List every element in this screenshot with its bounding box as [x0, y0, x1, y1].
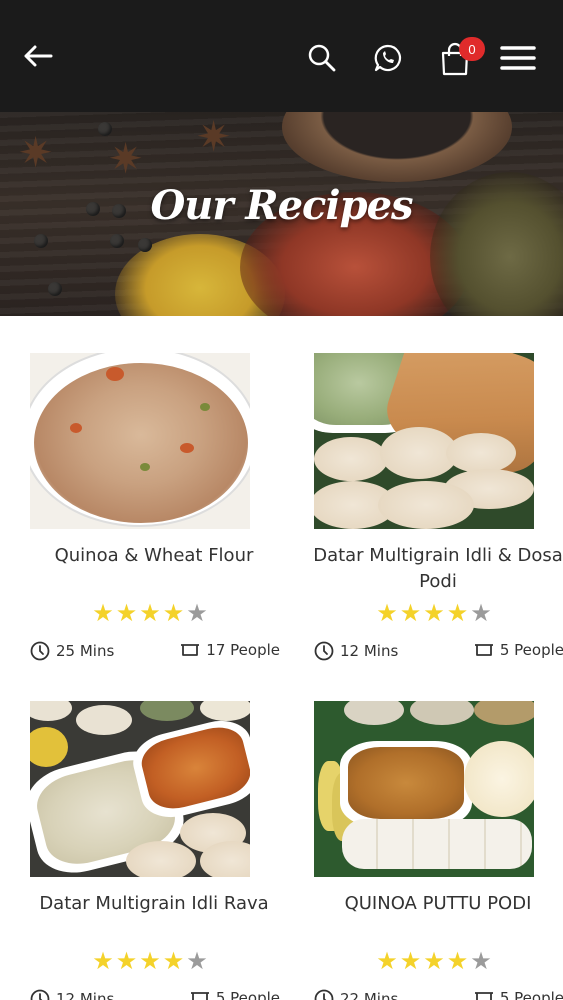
servings: 17 People [180, 641, 280, 659]
peppercorn-image [110, 234, 124, 248]
whatsapp-icon[interactable] [370, 40, 406, 76]
servings-text: 17 People [206, 641, 280, 659]
recipe-meta: 25 Mins 17 People [30, 641, 280, 665]
recipe-title[interactable]: Datar Multigrain Idli & Dosa Podi [300, 543, 563, 595]
cook-time-text: 12 Mins [340, 642, 399, 660]
star-filled-icon: ★ [115, 947, 140, 975]
recipe-title[interactable]: Datar Multigrain Idli Rava [16, 891, 292, 917]
recipe-card[interactable]: QUINOA PUTTU PODI ★★★★★ 22 Mins 5 People [300, 701, 563, 1000]
recipe-meta: 12 Mins 5 People [30, 989, 280, 1000]
cook-time: 12 Mins [314, 641, 398, 661]
clock-icon [314, 989, 334, 1000]
bowl-icon [190, 992, 209, 1000]
star-anise-image: ✷ [18, 128, 54, 177]
recipe-meta: 12 Mins 5 People [314, 641, 563, 665]
star-filled-icon: ★ [376, 947, 400, 975]
hero-banner: ✷ ✷ ✷ Our Recipes [0, 112, 563, 316]
star-filled-icon: ★ [162, 599, 187, 627]
star-empty-icon: ★ [186, 599, 210, 627]
star-filled-icon: ★ [115, 599, 140, 627]
star-anise-image: ✷ [196, 112, 232, 161]
recipe-title[interactable]: Quinoa & Wheat Flour [16, 543, 292, 569]
clock-icon [30, 989, 50, 1000]
cart-count-badge: 0 [459, 37, 485, 61]
peppercorn-image [48, 282, 62, 296]
cook-time: 22 Mins [314, 989, 398, 1000]
cook-time-text: 25 Mins [56, 642, 115, 660]
recipe-image [30, 701, 250, 877]
star-empty-icon: ★ [470, 947, 494, 975]
recipe-meta: 22 Mins 5 People [314, 989, 563, 1000]
peppercorn-image [34, 234, 48, 248]
back-arrow-icon[interactable] [18, 38, 58, 74]
clock-icon [314, 641, 334, 661]
clock-icon [30, 641, 50, 661]
rating-stars: ★★★★★ [16, 599, 286, 627]
star-filled-icon: ★ [423, 947, 447, 975]
cook-time: 12 Mins [30, 989, 114, 1000]
hamburger-menu-icon[interactable] [498, 42, 538, 74]
star-empty-icon: ★ [470, 599, 494, 627]
recipe-image [314, 353, 534, 529]
servings-text: 5 People [499, 989, 563, 1000]
star-filled-icon: ★ [423, 599, 447, 627]
servings-text: 5 People [215, 989, 280, 1000]
star-filled-icon: ★ [376, 599, 400, 627]
recipe-card[interactable]: Quinoa & Wheat Flour ★★★★★ 25 Mins 17 Pe… [16, 353, 284, 683]
star-anise-image: ✷ [108, 134, 144, 183]
peppercorn-image [138, 238, 152, 252]
cook-time-text: 12 Mins [56, 990, 115, 1000]
servings: 5 People [474, 641, 563, 659]
servings-text: 5 People [499, 641, 563, 659]
cook-time-text: 22 Mins [340, 990, 399, 1000]
recipe-card[interactable]: Datar Multigrain Idli Rava ★★★★★ 12 Mins… [16, 701, 284, 1000]
star-filled-icon: ★ [399, 947, 424, 975]
rating-stars: ★★★★★ [300, 947, 563, 975]
rating-stars: ★★★★★ [16, 947, 286, 975]
bowl-icon [474, 992, 493, 1000]
star-filled-icon: ★ [446, 947, 471, 975]
top-app-bar: 0 [0, 0, 563, 112]
servings: 5 People [474, 989, 563, 1000]
star-filled-icon: ★ [139, 599, 163, 627]
star-filled-icon: ★ [162, 947, 187, 975]
search-icon[interactable] [304, 40, 340, 76]
rating-stars: ★★★★★ [300, 599, 563, 627]
page-title: Our Recipes [150, 182, 413, 229]
recipe-image [30, 353, 250, 529]
star-empty-icon: ★ [186, 947, 210, 975]
bowl-icon [181, 644, 200, 656]
recipe-image [314, 701, 534, 877]
cook-time: 25 Mins [30, 641, 114, 661]
star-filled-icon: ★ [399, 599, 424, 627]
recipe-title[interactable]: QUINOA PUTTU PODI [300, 891, 563, 917]
star-filled-icon: ★ [92, 599, 116, 627]
star-filled-icon: ★ [139, 947, 163, 975]
recipe-card[interactable]: Datar Multigrain Idli & Dosa Podi ★★★★★ … [300, 353, 563, 683]
servings: 5 People [190, 989, 280, 1000]
star-filled-icon: ★ [92, 947, 116, 975]
bowl-icon [474, 644, 493, 656]
peppercorn-image [98, 122, 112, 136]
star-filled-icon: ★ [446, 599, 471, 627]
